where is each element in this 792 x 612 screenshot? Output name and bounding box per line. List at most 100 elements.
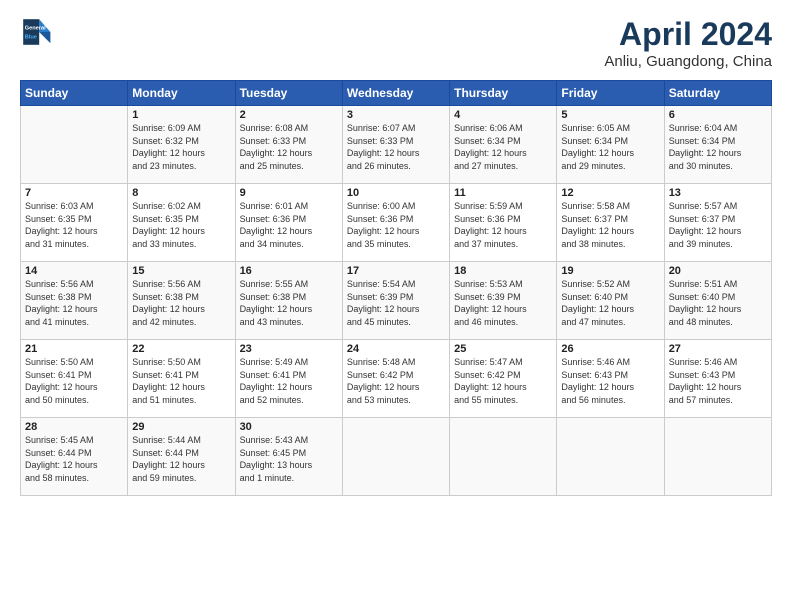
day-number: 2 [240, 109, 338, 121]
calendar-cell: 23Sunrise: 5:49 AM Sunset: 6:41 PM Dayli… [235, 340, 342, 418]
calendar-cell: 28Sunrise: 5:45 AM Sunset: 6:44 PM Dayli… [21, 418, 128, 496]
day-number: 14 [25, 265, 123, 277]
day-info: Sunrise: 5:49 AM Sunset: 6:41 PM Dayligh… [240, 356, 338, 406]
day-info: Sunrise: 5:58 AM Sunset: 6:37 PM Dayligh… [561, 200, 659, 250]
day-info: Sunrise: 6:04 AM Sunset: 6:34 PM Dayligh… [669, 122, 767, 172]
calendar-cell: 22Sunrise: 5:50 AM Sunset: 6:41 PM Dayli… [128, 340, 235, 418]
day-info: Sunrise: 6:09 AM Sunset: 6:32 PM Dayligh… [132, 122, 230, 172]
day-info: Sunrise: 5:46 AM Sunset: 6:43 PM Dayligh… [669, 356, 767, 406]
calendar-cell: 8Sunrise: 6:02 AM Sunset: 6:35 PM Daylig… [128, 184, 235, 262]
day-info: Sunrise: 5:59 AM Sunset: 6:36 PM Dayligh… [454, 200, 552, 250]
day-info: Sunrise: 5:57 AM Sunset: 6:37 PM Dayligh… [669, 200, 767, 250]
day-info: Sunrise: 6:08 AM Sunset: 6:33 PM Dayligh… [240, 122, 338, 172]
day-info: Sunrise: 5:47 AM Sunset: 6:42 PM Dayligh… [454, 356, 552, 406]
day-number: 19 [561, 265, 659, 277]
day-number: 18 [454, 265, 552, 277]
calendar-cell: 6Sunrise: 6:04 AM Sunset: 6:34 PM Daylig… [664, 106, 771, 184]
day-number: 17 [347, 265, 445, 277]
week-row-0: 1Sunrise: 6:09 AM Sunset: 6:32 PM Daylig… [21, 106, 772, 184]
calendar-cell: 19Sunrise: 5:52 AM Sunset: 6:40 PM Dayli… [557, 262, 664, 340]
calendar-cell: 30Sunrise: 5:43 AM Sunset: 6:45 PM Dayli… [235, 418, 342, 496]
weekday-header-saturday: Saturday [664, 81, 771, 106]
day-info: Sunrise: 5:54 AM Sunset: 6:39 PM Dayligh… [347, 278, 445, 328]
day-info: Sunrise: 5:46 AM Sunset: 6:43 PM Dayligh… [561, 356, 659, 406]
week-row-4: 28Sunrise: 5:45 AM Sunset: 6:44 PM Dayli… [21, 418, 772, 496]
week-row-3: 21Sunrise: 5:50 AM Sunset: 6:41 PM Dayli… [21, 340, 772, 418]
day-number: 11 [454, 187, 552, 199]
logo: General Blue [20, 16, 52, 48]
calendar-cell [450, 418, 557, 496]
day-info: Sunrise: 6:05 AM Sunset: 6:34 PM Dayligh… [561, 122, 659, 172]
day-number: 12 [561, 187, 659, 199]
svg-text:Blue: Blue [25, 34, 37, 40]
calendar-cell: 9Sunrise: 6:01 AM Sunset: 6:36 PM Daylig… [235, 184, 342, 262]
calendar-table: SundayMondayTuesdayWednesdayThursdayFrid… [20, 80, 772, 496]
weekday-header-thursday: Thursday [450, 81, 557, 106]
day-number: 15 [132, 265, 230, 277]
page-container: General Blue April 2024 Anliu, Guangdong… [0, 0, 792, 506]
weekday-header-row: SundayMondayTuesdayWednesdayThursdayFrid… [21, 81, 772, 106]
calendar-cell: 11Sunrise: 5:59 AM Sunset: 6:36 PM Dayli… [450, 184, 557, 262]
weekday-header-friday: Friday [557, 81, 664, 106]
week-row-1: 7Sunrise: 6:03 AM Sunset: 6:35 PM Daylig… [21, 184, 772, 262]
day-number: 23 [240, 343, 338, 355]
calendar-cell: 5Sunrise: 6:05 AM Sunset: 6:34 PM Daylig… [557, 106, 664, 184]
day-info: Sunrise: 5:52 AM Sunset: 6:40 PM Dayligh… [561, 278, 659, 328]
day-number: 22 [132, 343, 230, 355]
day-number: 20 [669, 265, 767, 277]
calendar-cell: 17Sunrise: 5:54 AM Sunset: 6:39 PM Dayli… [342, 262, 449, 340]
day-info: Sunrise: 5:43 AM Sunset: 6:45 PM Dayligh… [240, 434, 338, 484]
day-number: 3 [347, 109, 445, 121]
calendar-cell: 24Sunrise: 5:48 AM Sunset: 6:42 PM Dayli… [342, 340, 449, 418]
day-number: 25 [454, 343, 552, 355]
day-number: 30 [240, 421, 338, 433]
day-info: Sunrise: 5:50 AM Sunset: 6:41 PM Dayligh… [25, 356, 123, 406]
calendar-cell: 26Sunrise: 5:46 AM Sunset: 6:43 PM Dayli… [557, 340, 664, 418]
day-number: 27 [669, 343, 767, 355]
calendar-cell: 12Sunrise: 5:58 AM Sunset: 6:37 PM Dayli… [557, 184, 664, 262]
weekday-header-monday: Monday [128, 81, 235, 106]
day-info: Sunrise: 5:55 AM Sunset: 6:38 PM Dayligh… [240, 278, 338, 328]
day-info: Sunrise: 6:06 AM Sunset: 6:34 PM Dayligh… [454, 122, 552, 172]
day-number: 29 [132, 421, 230, 433]
weekday-header-wednesday: Wednesday [342, 81, 449, 106]
header: General Blue April 2024 Anliu, Guangdong… [20, 16, 772, 70]
day-info: Sunrise: 5:45 AM Sunset: 6:44 PM Dayligh… [25, 434, 123, 484]
weekday-header-sunday: Sunday [21, 81, 128, 106]
day-number: 4 [454, 109, 552, 121]
day-number: 24 [347, 343, 445, 355]
day-number: 26 [561, 343, 659, 355]
calendar-cell: 10Sunrise: 6:00 AM Sunset: 6:36 PM Dayli… [342, 184, 449, 262]
day-number: 13 [669, 187, 767, 199]
calendar-cell [21, 106, 128, 184]
day-info: Sunrise: 5:56 AM Sunset: 6:38 PM Dayligh… [132, 278, 230, 328]
title-block: April 2024 Anliu, Guangdong, China [604, 16, 772, 70]
day-info: Sunrise: 6:02 AM Sunset: 6:35 PM Dayligh… [132, 200, 230, 250]
calendar-cell: 15Sunrise: 5:56 AM Sunset: 6:38 PM Dayli… [128, 262, 235, 340]
calendar-cell: 7Sunrise: 6:03 AM Sunset: 6:35 PM Daylig… [21, 184, 128, 262]
calendar-title: April 2024 [604, 16, 772, 53]
day-info: Sunrise: 5:56 AM Sunset: 6:38 PM Dayligh… [25, 278, 123, 328]
calendar-cell [342, 418, 449, 496]
calendar-cell [557, 418, 664, 496]
calendar-cell [664, 418, 771, 496]
week-row-2: 14Sunrise: 5:56 AM Sunset: 6:38 PM Dayli… [21, 262, 772, 340]
calendar-cell: 18Sunrise: 5:53 AM Sunset: 6:39 PM Dayli… [450, 262, 557, 340]
calendar-cell: 14Sunrise: 5:56 AM Sunset: 6:38 PM Dayli… [21, 262, 128, 340]
calendar-cell: 16Sunrise: 5:55 AM Sunset: 6:38 PM Dayli… [235, 262, 342, 340]
calendar-cell: 29Sunrise: 5:44 AM Sunset: 6:44 PM Dayli… [128, 418, 235, 496]
day-number: 9 [240, 187, 338, 199]
calendar-cell: 21Sunrise: 5:50 AM Sunset: 6:41 PM Dayli… [21, 340, 128, 418]
day-number: 1 [132, 109, 230, 121]
day-info: Sunrise: 6:00 AM Sunset: 6:36 PM Dayligh… [347, 200, 445, 250]
day-number: 6 [669, 109, 767, 121]
calendar-cell: 27Sunrise: 5:46 AM Sunset: 6:43 PM Dayli… [664, 340, 771, 418]
day-info: Sunrise: 6:01 AM Sunset: 6:36 PM Dayligh… [240, 200, 338, 250]
day-info: Sunrise: 5:48 AM Sunset: 6:42 PM Dayligh… [347, 356, 445, 406]
day-info: Sunrise: 5:53 AM Sunset: 6:39 PM Dayligh… [454, 278, 552, 328]
calendar-cell: 20Sunrise: 5:51 AM Sunset: 6:40 PM Dayli… [664, 262, 771, 340]
day-info: Sunrise: 6:07 AM Sunset: 6:33 PM Dayligh… [347, 122, 445, 172]
calendar-cell: 1Sunrise: 6:09 AM Sunset: 6:32 PM Daylig… [128, 106, 235, 184]
day-number: 28 [25, 421, 123, 433]
day-info: Sunrise: 6:03 AM Sunset: 6:35 PM Dayligh… [25, 200, 123, 250]
